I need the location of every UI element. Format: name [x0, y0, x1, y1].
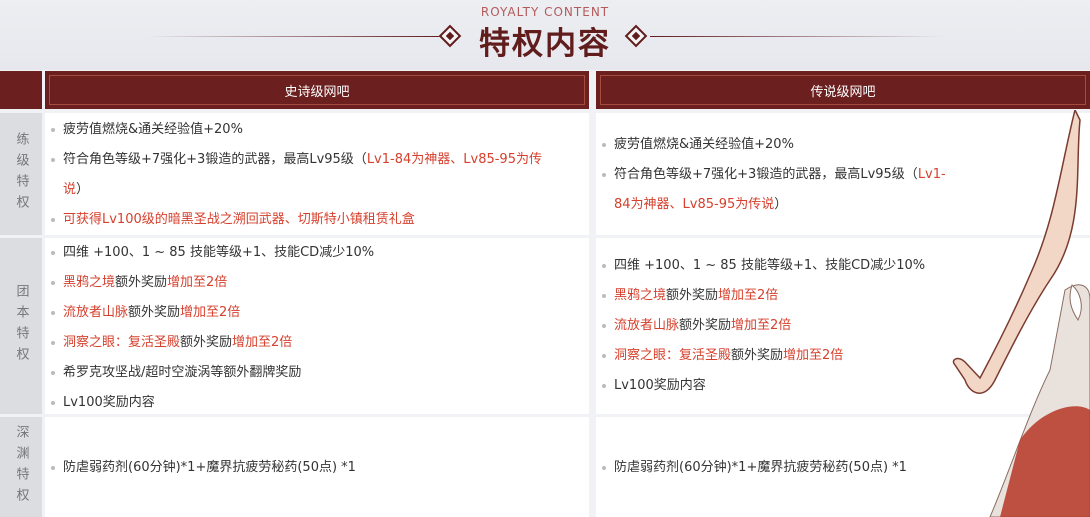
item-text: 防虐弱药剂(60分钟)*1+魔界抗疲劳秘药(50点) *1	[614, 460, 907, 475]
list-item: 防虐弱药剂(60分钟)*1+魔界抗疲劳秘药(50点) *1	[51, 453, 589, 483]
highlight-text: 84为神器、Lv85-95为传说	[614, 197, 775, 212]
cell-raid-legend: 四维 +100、1 ~ 85 技能等级+1、技能CD减少10% 黑鸦之境额外奖励增…	[596, 238, 1090, 414]
item-text: Lv100奖励内容	[614, 378, 706, 393]
list-item: 黑鸦之境额外奖励增加至2倍	[51, 268, 589, 298]
highlight-text: 洞察之眼：复活圣殿	[63, 335, 181, 350]
item-text: 疲劳值燃烧&通关经验值+20%	[614, 137, 794, 152]
highlight-text: 增加至2倍	[731, 318, 792, 333]
item-text: 希罗克攻坚战/超时空漩涡等额外翻牌奖励	[63, 365, 302, 380]
list-item: 防虐弱药剂(60分钟)*1+魔界抗疲劳秘药(50点) *1	[602, 453, 1090, 483]
header: ROYALTY CONTENT 特权内容	[0, 0, 1090, 70]
cell-abyss-epic: 防虐弱药剂(60分钟)*1+魔界抗疲劳秘药(50点) *1	[45, 417, 589, 517]
list-item: 洞察之眼：复活圣殿额外奖励增加至2倍	[51, 328, 589, 358]
list-item: Lv100奖励内容	[51, 388, 589, 418]
column-header-legend: 传说级网吧	[596, 71, 1090, 109]
row-label-abyss: 深渊特权	[0, 417, 42, 517]
item-text: ）	[76, 182, 90, 197]
list-item: Lv100奖励内容	[602, 371, 1090, 401]
cell-abyss-legend: 防虐弱药剂(60分钟)*1+魔界抗疲劳秘药(50点) *1	[596, 417, 1090, 517]
item-text: Lv100奖励内容	[63, 395, 155, 410]
item-text: 额外奖励	[666, 288, 719, 303]
highlight-text: 增加至2倍	[180, 305, 241, 320]
list-item: 可获得Lv100级的暗黑圣战之溯回武器、切斯特小镇租赁礼盒	[51, 205, 589, 235]
column-header-legend-label: 传说级网吧	[600, 75, 1086, 105]
item-text: 防虐弱药剂(60分钟)*1+魔界抗疲劳秘药(50点) *1	[63, 460, 356, 475]
list-item: 流放者山脉额外奖励增加至2倍	[602, 311, 1090, 341]
item-text: 四维 +100、1 ~ 85 技能等级+1、技能CD减少10%	[63, 245, 375, 260]
highlight-text: 流放者山脉	[63, 305, 129, 320]
highlight-text: 流放者山脉	[614, 318, 680, 333]
highlight-text: 可获得Lv100级的暗黑圣战之溯回武器、切斯特小镇租赁礼盒	[63, 212, 415, 227]
highlight-text: 黑鸦之境	[63, 275, 116, 290]
highlight-text: 增加至2倍	[718, 288, 779, 303]
list-item: 说）	[63, 175, 589, 205]
item-text: 符合角色等级+7强化+3锻造的武器，最高Lv95级（	[614, 167, 918, 182]
list-item: 符合角色等级+7强化+3锻造的武器，最高Lv95级（Lv1-84为神器、Lv85…	[51, 145, 589, 175]
table-header-side	[0, 71, 42, 109]
header-subtitle: ROYALTY CONTENT	[480, 5, 610, 19]
list-item: 四维 +100、1 ~ 85 技能等级+1、技能CD减少10%	[51, 238, 589, 268]
column-header-epic: 史诗级网吧	[45, 71, 589, 109]
row-label-text: 团本特权	[13, 284, 29, 368]
highlight-text: 洞察之眼：复活圣殿	[614, 348, 732, 363]
cell-raid-epic: 四维 +100、1 ~ 85 技能等级+1、技能CD减少10% 黑鸦之境额外奖励增…	[45, 238, 589, 414]
row-label-raid: 团本特权	[0, 238, 42, 414]
item-text: 额外奖励	[128, 305, 181, 320]
cell-leveling-legend: 疲劳值燃烧&通关经验值+20% 符合角色等级+7强化+3锻造的武器，最高Lv95级…	[596, 113, 1090, 235]
row-label-text: 练级特权	[13, 132, 29, 216]
highlight-text: 增加至2倍	[783, 348, 844, 363]
item-text: 额外奖励	[679, 318, 732, 333]
highlight-text: Lv1-	[917, 167, 946, 182]
row-label-text: 深渊特权	[13, 425, 29, 509]
item-text: ）	[774, 197, 788, 212]
list-item: 希罗克攻坚战/超时空漩涡等额外翻牌奖励	[51, 358, 589, 388]
list-item: 疲劳值燃烧&通关经验值+20%	[602, 130, 1090, 160]
item-text: 疲劳值燃烧&通关经验值+20%	[63, 122, 243, 137]
item-text: 四维 +100、1 ~ 85 技能等级+1、技能CD减少10%	[614, 258, 926, 273]
cell-leveling-epic: 疲劳值燃烧&通关经验值+20% 符合角色等级+7强化+3锻造的武器，最高Lv95级…	[45, 113, 589, 235]
item-text: 额外奖励	[115, 275, 168, 290]
row-label-leveling: 练级特权	[0, 113, 42, 235]
highlight-text: Lv1-84为神器、Lv85-95为传	[366, 152, 542, 167]
page-title: 特权内容	[479, 26, 611, 62]
list-item: 疲劳值燃烧&通关经验值+20%	[51, 115, 589, 145]
highlight-text: 增加至2倍	[167, 275, 228, 290]
highlight-text: 增加至2倍	[232, 335, 293, 350]
highlight-text: 黑鸦之境	[614, 288, 667, 303]
list-item: 流放者山脉额外奖励增加至2倍	[51, 298, 589, 328]
highlight-text: 说	[63, 182, 77, 197]
divider-right	[650, 36, 945, 37]
list-item: 洞察之眼：复活圣殿额外奖励增加至2倍	[602, 341, 1090, 371]
column-header-epic-label: 史诗级网吧	[49, 75, 585, 105]
list-item: 符合角色等级+7强化+3锻造的武器，最高Lv95级（Lv1-	[602, 160, 1090, 190]
item-text: 额外奖励	[731, 348, 784, 363]
list-item: 黑鸦之境额外奖励增加至2倍	[602, 281, 1090, 311]
item-text: 符合角色等级+7强化+3锻造的武器，最高Lv95级（	[63, 152, 367, 167]
list-item: 84为神器、Lv85-95为传说）	[614, 190, 1090, 220]
item-text: 额外奖励	[180, 335, 233, 350]
list-item: 四维 +100、1 ~ 85 技能等级+1、技能CD减少10%	[602, 251, 1090, 281]
